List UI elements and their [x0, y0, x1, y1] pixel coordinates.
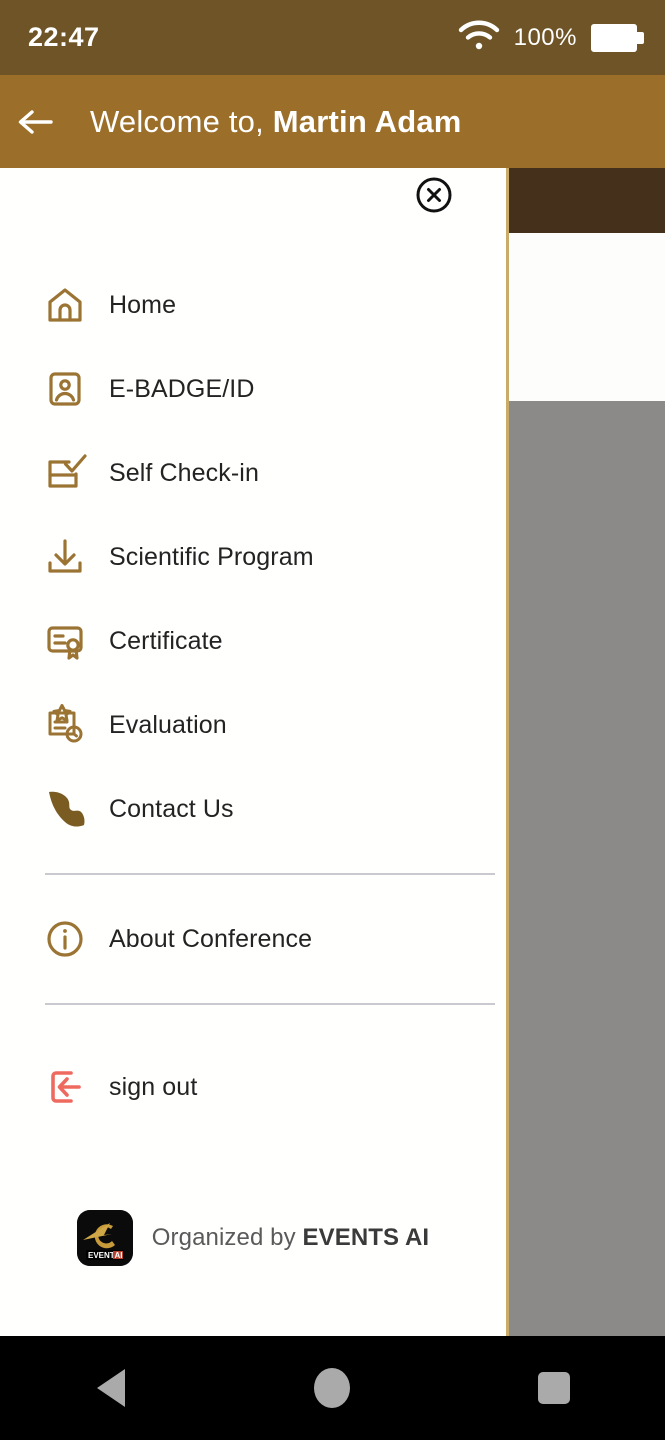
wifi-icon	[458, 19, 500, 56]
drawer-footer: EVENTS AI Organized by EVENTS AI	[0, 1210, 506, 1266]
status-bar-clock: 22:47	[28, 22, 100, 52]
nav-recents-square-icon[interactable]	[494, 1336, 614, 1440]
clipboard-star-icon	[45, 704, 95, 746]
menu-item-label: About Conference	[109, 924, 313, 953]
app-bar: Welcome to, Martin Adam	[0, 75, 665, 168]
menu-item-label: Evaluation	[109, 710, 227, 739]
navigation-drawer: Home E-BADGE/ID Self Check-in Scientific…	[0, 168, 509, 1336]
check-card-icon	[45, 454, 95, 492]
download-icon	[45, 537, 95, 577]
menu-item-label: sign out	[109, 1072, 198, 1101]
menu-item-self-check-in[interactable]: Self Check-in	[0, 431, 506, 515]
battery-percent-label: 100%	[513, 23, 577, 51]
events-ai-logo-icon: EVENTS AI	[76, 1210, 133, 1266]
organized-by-text: Organized by EVENTS AI	[151, 1224, 430, 1251]
page-title: Welcome to, Martin Adam	[90, 103, 462, 139]
menu-item-label: Contact Us	[109, 794, 234, 823]
menu-item-label: Self Check-in	[109, 458, 259, 487]
close-drawer-button[interactable]	[415, 176, 453, 214]
menu-item-home[interactable]: Home	[0, 263, 506, 347]
menu-item-about-conference[interactable]: About Conference	[0, 897, 506, 981]
menu-item-label: Home	[109, 290, 177, 319]
menu-item-sign-out[interactable]: sign out	[0, 1045, 506, 1129]
menu-item-label: Certificate	[109, 626, 223, 655]
battery-full-icon	[591, 23, 644, 52]
id-card-icon	[45, 369, 95, 409]
certificate-icon	[45, 621, 95, 661]
status-bar: 22:47 100%	[0, 0, 665, 75]
menu-item-e-badge-id[interactable]: E-BADGE/ID	[0, 347, 506, 431]
menu-item-label: Scientific Program	[109, 542, 314, 571]
menu-item-scientific-program[interactable]: Scientific Program	[0, 515, 506, 599]
system-navigation-bar	[0, 1336, 665, 1440]
menu-item-contact-us[interactable]: Contact Us	[0, 767, 506, 851]
menu-item-certificate[interactable]: Certificate	[0, 599, 506, 683]
nav-home-circle-icon[interactable]	[272, 1336, 392, 1440]
drawer-menu-list: Home E-BADGE/ID Self Check-in Scientific…	[0, 263, 506, 1129]
drawer-divider-bottom	[45, 1003, 495, 1005]
menu-item-label: E-BADGE/ID	[109, 374, 255, 403]
sign-out-icon	[45, 1067, 95, 1107]
menu-item-evaluation[interactable]: Evaluation	[0, 683, 506, 767]
phone-icon	[45, 788, 95, 830]
nav-back-triangle-icon[interactable]	[51, 1336, 171, 1440]
phone-screen: Self Check-in Scientific Program Contact…	[0, 0, 665, 1440]
info-circle-icon	[45, 919, 95, 959]
drawer-divider-top	[45, 873, 495, 875]
back-button[interactable]	[0, 75, 70, 168]
home-icon	[45, 285, 95, 325]
svg-text:AI: AI	[114, 1251, 122, 1260]
